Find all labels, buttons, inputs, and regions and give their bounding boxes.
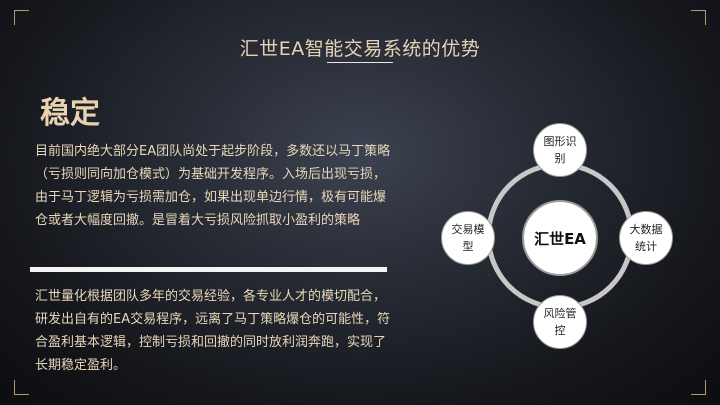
frame-corner-bottom-left xyxy=(14,380,29,395)
node-label-pattern-recognition: 图形识别 xyxy=(543,135,577,165)
paragraph-solution: 汇世量化根据团队多年的交易经验，各专业人才的模切配合，研发出自有的EA交易程序，… xyxy=(35,289,391,373)
node-label-risk-control: 风险管控 xyxy=(543,307,577,337)
frame-corner-top-left xyxy=(14,10,29,25)
diagram-node-trading-model: 交易模型 xyxy=(441,211,495,265)
section-divider xyxy=(30,267,387,272)
title-underline xyxy=(327,62,393,63)
paragraph-problem: 目前国内绝大部分EA团队尚处于起步阶段，多数还以马丁策略（亏损则同向加仓模式）为… xyxy=(35,144,391,228)
node-label-trading-model: 交易模型 xyxy=(451,223,485,253)
diagram-node-pattern-recognition: 图形识别 xyxy=(533,123,587,177)
section-heading: 稳定 xyxy=(40,96,100,131)
diagram-node-big-data-statistics: 大数据统计 xyxy=(619,211,673,265)
diagram-center-node: 汇世EA xyxy=(522,200,598,276)
frame-corner-top-right xyxy=(691,10,706,25)
node-label-big-data-statistics: 大数据统计 xyxy=(629,223,663,253)
frame-corner-bottom-right xyxy=(691,380,706,395)
diagram-center-label: 汇世EA xyxy=(534,229,586,248)
diagram-node-risk-control: 风险管控 xyxy=(533,295,587,349)
slide-title: 汇世EA智能交易系统的优势 xyxy=(239,38,481,60)
